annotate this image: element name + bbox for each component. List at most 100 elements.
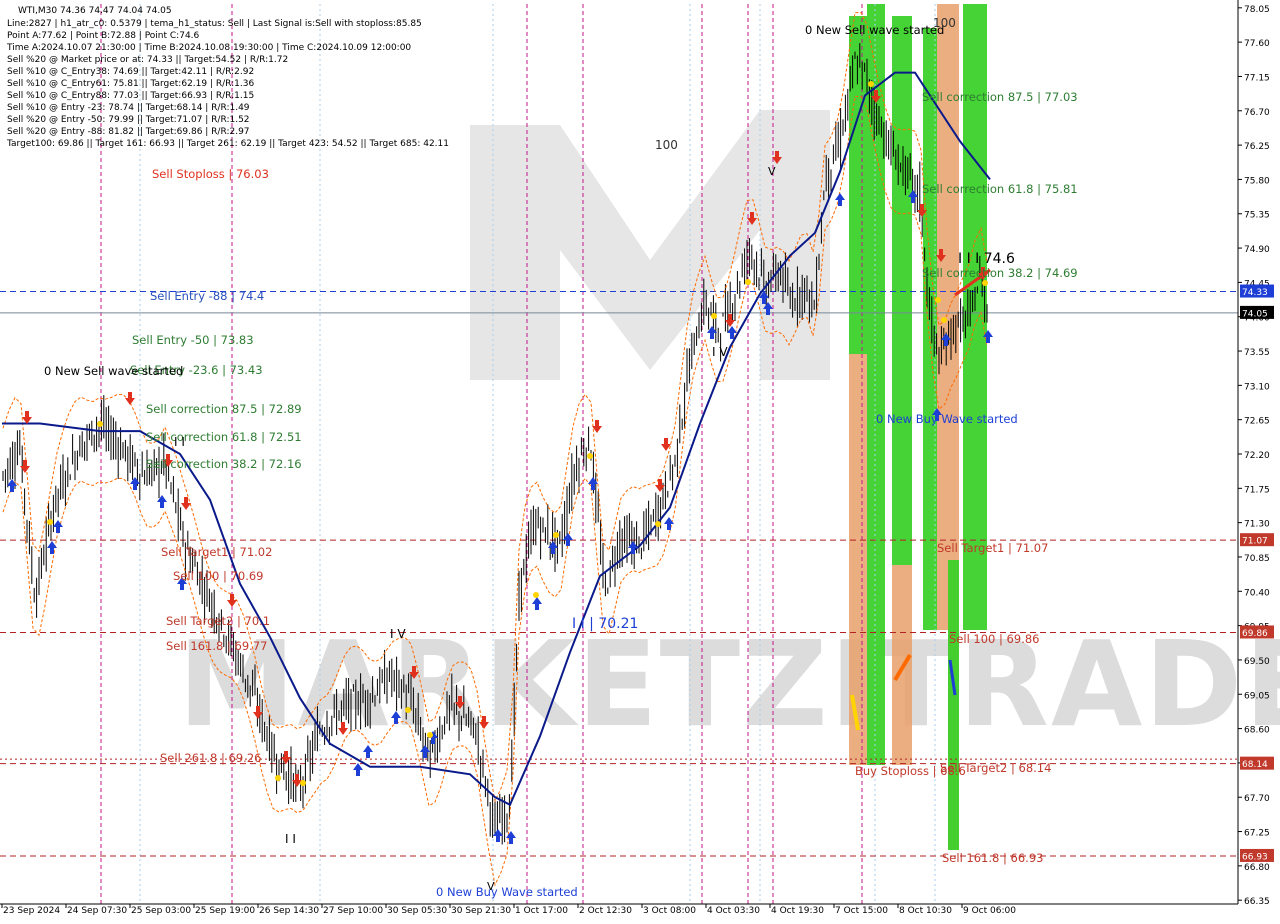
wave-label: I I bbox=[285, 832, 296, 846]
y-tick-label: 70.40 bbox=[1244, 588, 1270, 598]
x-tick-label: 24 Sep 07:30 bbox=[67, 906, 127, 916]
signal-dot bbox=[655, 521, 661, 527]
price-tag-label: 69.86 bbox=[1242, 629, 1268, 639]
signal-dot bbox=[587, 453, 593, 459]
info-line: Line:2827 | h1_atr_c0: 0.5379 | tema_h1_… bbox=[7, 19, 422, 29]
info-line: Sell %20 @ Entry -88: 81.82 || Target:69… bbox=[7, 127, 250, 137]
signal-dot bbox=[745, 279, 751, 285]
chart-annotation: 0 New Buy Wave started bbox=[436, 885, 578, 899]
price-tag-label: 71.07 bbox=[1242, 537, 1268, 547]
chart-annotation: Sell Entry -50 | 73.83 bbox=[132, 333, 254, 347]
wave-label: I V bbox=[712, 345, 728, 359]
x-tick-label: 30 Sep 21:30 bbox=[451, 906, 511, 916]
chart-annotation: Sell Target1 | 71.02 bbox=[161, 545, 272, 559]
chart-annotation: Sell correction 38.2 | 72.16 bbox=[146, 457, 302, 471]
chart-annotation: Sell correction 61.8 | 72.51 bbox=[146, 430, 302, 444]
info-line: Sell %10 @ C_Entry61: 75.81 || Target:62… bbox=[7, 79, 254, 89]
chart-annotation: Sell 161.8 | 66.93 bbox=[942, 851, 1043, 865]
info-line: Sell %20 @ Market price or at: 74.33 || … bbox=[7, 55, 288, 65]
chart-annotation: Sell correction 87.5 | 72.89 bbox=[146, 402, 302, 416]
chart-annotation: Sell 261.8 | 69.26 bbox=[160, 751, 261, 765]
chart-annotation: Sell Target2 | 70.1 bbox=[166, 614, 270, 628]
signal-dot bbox=[533, 592, 539, 598]
symbol-header: WTI,M30 74.36 74.47 74.04 74.05 bbox=[18, 6, 172, 16]
price-tag-label: 74.33 bbox=[1242, 288, 1268, 298]
y-tick-label: 70.85 bbox=[1244, 554, 1270, 564]
signal-zone bbox=[892, 16, 912, 565]
y-tick-label: 75.80 bbox=[1244, 176, 1270, 186]
x-tick-label: 30 Sep 05:30 bbox=[387, 906, 447, 916]
chart-annotation: Sell 100 | 70.69 bbox=[173, 569, 263, 583]
signal-dot bbox=[275, 775, 281, 781]
chart-annotation: Sell correction 38.2 | 74.69 bbox=[922, 266, 1078, 280]
price-tag-label: 74.05 bbox=[1242, 309, 1268, 319]
y-tick-label: 71.75 bbox=[1244, 485, 1270, 495]
x-tick-label: 1 Oct 17:00 bbox=[515, 906, 568, 916]
x-tick-label: 25 Sep 19:00 bbox=[195, 906, 255, 916]
y-tick-label: 68.60 bbox=[1244, 726, 1270, 736]
signal-dot bbox=[47, 519, 53, 525]
chart-annotation: Sell 161.8 | 69.77 bbox=[166, 639, 267, 653]
info-line: Sell %10 @ C_Entry88: 77.03 || Target:66… bbox=[7, 91, 254, 101]
price-tag-label: 66.93 bbox=[1242, 852, 1268, 862]
x-tick-label: 26 Sep 14:30 bbox=[259, 906, 319, 916]
wave-label: I V bbox=[390, 627, 406, 641]
price-tag-label: 68.14 bbox=[1242, 760, 1268, 770]
y-tick-label: 72.20 bbox=[1244, 451, 1270, 461]
y-tick-label: 66.35 bbox=[1244, 897, 1270, 907]
chart-annotation: Sell 100 | 69.86 bbox=[949, 632, 1039, 646]
chart-annotation: Sell correction 61.8 | 75.81 bbox=[922, 182, 1078, 196]
y-tick-label: 74.90 bbox=[1244, 245, 1270, 255]
x-tick-label: 27 Sep 10:00 bbox=[323, 906, 383, 916]
chart-annotation: 0 New Sell wave started bbox=[805, 23, 944, 37]
chart-annotation: Sell Target1 | 71.07 bbox=[937, 541, 1048, 555]
y-tick-label: 67.25 bbox=[1244, 829, 1270, 839]
chart-annotation: Sell correction 87.5 | 77.03 bbox=[922, 90, 1078, 104]
chart-annotation: 100 bbox=[655, 138, 678, 152]
y-tick-label: 69.05 bbox=[1244, 691, 1270, 701]
signal-dot bbox=[941, 317, 947, 323]
signal-dot bbox=[711, 313, 717, 319]
y-tick-label: 73.10 bbox=[1244, 382, 1270, 392]
signal-dot bbox=[868, 81, 874, 87]
signal-dot bbox=[982, 280, 988, 286]
y-tick-label: 76.70 bbox=[1244, 108, 1270, 118]
info-line: Time A:2024.10.07 21:30:00 | Time B:2024… bbox=[6, 43, 411, 53]
x-tick-label: 3 Oct 08:00 bbox=[643, 906, 696, 916]
x-tick-label: 2 Oct 12:30 bbox=[579, 906, 632, 916]
y-tick-label: 77.15 bbox=[1244, 73, 1270, 83]
x-tick-label: 9 Oct 06:00 bbox=[963, 906, 1016, 916]
signal-dot bbox=[300, 780, 306, 786]
x-tick-label: 25 Sep 03:00 bbox=[131, 906, 191, 916]
y-tick-label: 77.60 bbox=[1244, 39, 1270, 49]
signal-dot bbox=[427, 732, 433, 738]
price-chart: MARKETZITRADESell Stoploss | 76.03Sell E… bbox=[0, 0, 1280, 920]
signal-dot bbox=[935, 297, 941, 303]
chart-annotation: 0 New Buy Wave started bbox=[876, 412, 1018, 426]
signal-zone bbox=[948, 560, 959, 850]
y-tick-label: 72.65 bbox=[1244, 417, 1270, 427]
y-tick-label: 71.30 bbox=[1244, 520, 1270, 530]
y-tick-label: 73.55 bbox=[1244, 348, 1270, 358]
info-line: Sell %10 @ Entry -23: 78.74 || Target:68… bbox=[7, 103, 250, 113]
signal-zone bbox=[867, 4, 885, 765]
y-tick-label: 66.80 bbox=[1244, 863, 1270, 873]
y-tick-label: 67.70 bbox=[1244, 794, 1270, 804]
chart-annotation: 0 New Sell wave started bbox=[44, 364, 183, 378]
info-line: Sell %20 @ Entry -50: 79.99 || Target:71… bbox=[7, 115, 250, 125]
x-tick-label: 4 Oct 19:30 bbox=[771, 906, 824, 916]
chart-annotation: Sell Stoploss | 76.03 bbox=[152, 167, 269, 181]
chart-annotation: I I | 70.21 bbox=[572, 616, 638, 632]
wave-label: V bbox=[768, 165, 776, 178]
chart-annotation: 100 bbox=[933, 16, 956, 30]
signal-dot bbox=[97, 421, 103, 427]
x-tick-label: 7 Oct 15:00 bbox=[835, 906, 888, 916]
wave-label: V bbox=[487, 880, 495, 893]
y-tick-label: 78.05 bbox=[1244, 5, 1270, 15]
signal-dot bbox=[553, 532, 559, 538]
chart-annotation: I I I 74.6 bbox=[958, 251, 1015, 267]
chart-annotation: Sell Target2 | 68.14 bbox=[940, 761, 1051, 775]
y-tick-label: 75.35 bbox=[1244, 211, 1270, 221]
wave-label: I I bbox=[174, 435, 185, 449]
info-line: Point A:77.62 | Point B:72.88 | Point C:… bbox=[7, 31, 200, 41]
